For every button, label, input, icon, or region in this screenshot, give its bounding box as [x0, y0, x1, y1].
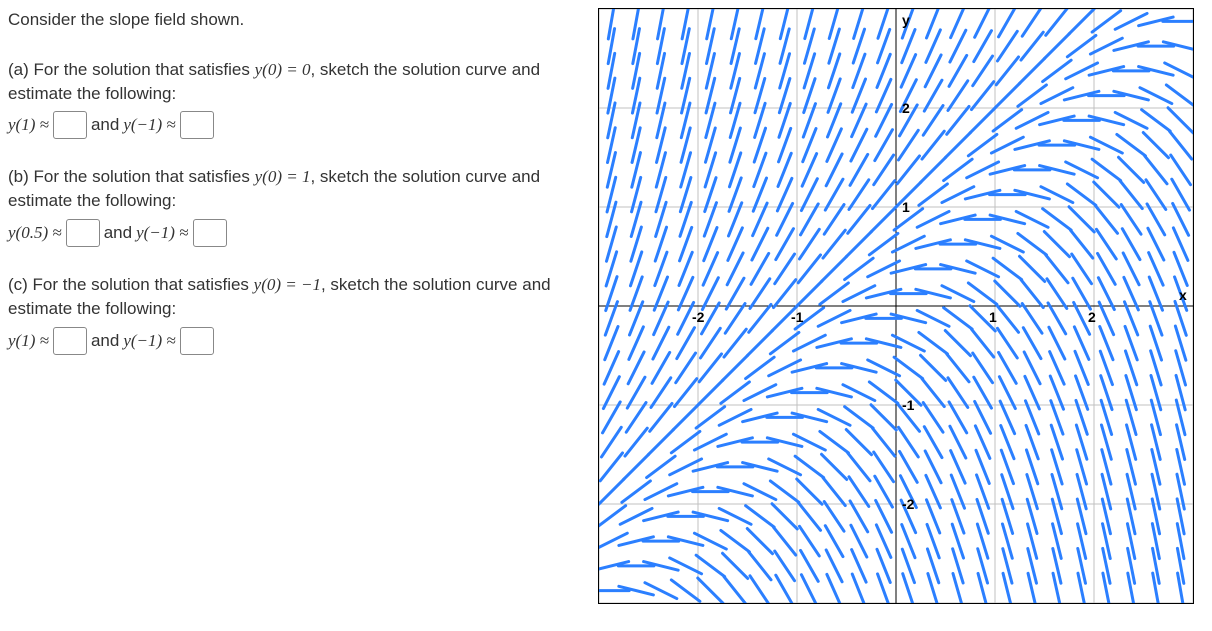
part-c-mid: and	[91, 329, 119, 353]
part-c-ans1-input[interactable]	[53, 327, 87, 355]
slope-field-plot: -2 -1 1 2 -2 -1 1 2 y x	[598, 8, 1194, 604]
part-c-ans2-input[interactable]	[180, 327, 214, 355]
question-text: Consider the slope field shown. (a) For …	[8, 8, 598, 631]
part-c-ans1-label: y(1) ≈	[8, 329, 49, 353]
svg-text:-1: -1	[791, 309, 804, 325]
part-b-prefix: (b) For the solution that satisfies	[8, 167, 255, 186]
part-a-ans1-input[interactable]	[53, 111, 87, 139]
svg-text:-1: -1	[902, 397, 915, 413]
part-b-ans2-label: y(−1) ≈	[136, 221, 188, 245]
part-a: (a) For the solution that satisfies y(0)…	[8, 58, 582, 140]
svg-text:2: 2	[902, 100, 910, 116]
part-a-ans1-label: y(1) ≈	[8, 113, 49, 137]
part-b-ans2-input[interactable]	[193, 219, 227, 247]
part-b-condition: y(0) = 1	[255, 167, 311, 186]
svg-text:y: y	[902, 12, 910, 28]
part-b-ans1-label: y(0.5) ≈	[8, 221, 62, 245]
svg-text:2: 2	[1088, 309, 1096, 325]
part-a-mid: and	[91, 113, 119, 137]
svg-text:1: 1	[902, 199, 910, 215]
part-a-ans2-label: y(−1) ≈	[123, 113, 175, 137]
part-b-mid: and	[104, 221, 132, 245]
part-b: (b) For the solution that satisfies y(0)…	[8, 165, 582, 247]
part-a-condition: y(0) = 0	[255, 60, 311, 79]
part-c-condition: y(0) = −1	[254, 275, 321, 294]
svg-text:-2: -2	[902, 496, 915, 512]
svg-text:1: 1	[989, 309, 997, 325]
slope-field-svg: -2 -1 1 2 -2 -1 1 2 y x	[599, 9, 1193, 603]
intro-text: Consider the slope field shown.	[8, 8, 582, 32]
part-c: (c) For the solution that satisfies y(0)…	[8, 273, 582, 355]
part-a-prefix: (a) For the solution that satisfies	[8, 60, 255, 79]
part-c-prefix: (c) For the solution that satisfies	[8, 275, 254, 294]
svg-text:-2: -2	[692, 309, 705, 325]
part-c-ans2-label: y(−1) ≈	[123, 329, 175, 353]
part-b-ans1-input[interactable]	[66, 219, 100, 247]
part-a-ans2-input[interactable]	[180, 111, 214, 139]
svg-text:x: x	[1179, 287, 1187, 303]
